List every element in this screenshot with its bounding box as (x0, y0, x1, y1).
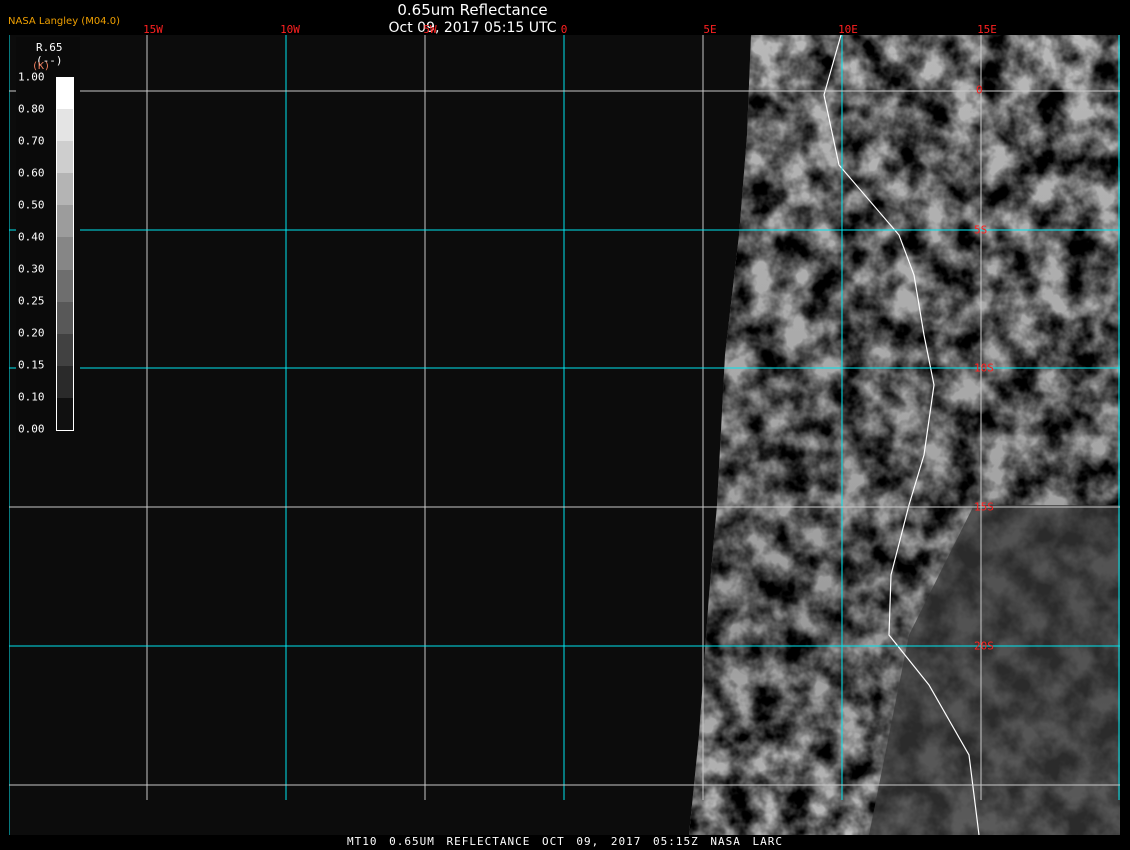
lon-label-10e: 10E (838, 23, 858, 36)
lat-label-20s: 20S (974, 639, 994, 653)
lon-label-0: 0 (560, 23, 568, 36)
legend-band (57, 237, 73, 270)
brand-label: NASA Langley (M04.0) (8, 16, 120, 27)
legend-band (57, 205, 73, 238)
legend-band (57, 77, 73, 110)
legend-band (57, 173, 73, 206)
legend-colorbar (56, 77, 74, 431)
lon-label-15w: 15W (143, 23, 163, 36)
color-legend: R.65 (--) (K) 1.00 0.80 0.70 0.60 0.50 0.40 0.… (16, 37, 80, 440)
legend-tick: 0.80 (18, 102, 45, 116)
legend-band (57, 301, 73, 334)
legend-tick: 0.40 (18, 230, 45, 244)
imagery-svg (8, 34, 1120, 836)
lon-label-10w: 10W (280, 23, 300, 36)
lat-label-0: 0 (976, 83, 983, 97)
legend-tick: 0.00 (18, 422, 45, 436)
image-title: 0.65um Reflectance (397, 1, 548, 19)
legend-band (57, 109, 73, 142)
image-timestamp: Oct 09, 2017 05:15 UTC (388, 20, 557, 36)
satellite-image[interactable] (8, 34, 1120, 836)
lon-label-15e: 15E (977, 23, 997, 36)
legend-band (57, 333, 73, 366)
legend-band (57, 269, 73, 302)
legend-tick: 0.10 (18, 390, 45, 404)
lon-label-5w: 5W (423, 23, 437, 36)
legend-tick: 0.70 (18, 134, 45, 148)
legend-band (57, 365, 73, 398)
legend-tick: 0.60 (18, 166, 45, 180)
legend-band (57, 397, 73, 431)
lon-label-5e: 5E (703, 23, 717, 36)
lat-label-15s: 15S (974, 500, 994, 514)
lat-label-5s: 5S (974, 223, 988, 237)
legend-tick: 1.00 (18, 70, 45, 84)
legend-tick: 0.20 (18, 326, 45, 340)
legend-tick: 0.50 (18, 198, 45, 212)
legend-title: R.65 (36, 41, 63, 54)
legend-tick: 0.30 (18, 262, 45, 276)
legend-tick: 0.15 (18, 358, 45, 372)
footer-caption: MT10 0.65UM REFLECTANCE OCT 09, 2017 05:… (347, 835, 783, 848)
legend-band (57, 141, 73, 174)
legend-tick: 0.25 (18, 294, 45, 308)
lat-label-10s: 10S (974, 361, 994, 375)
